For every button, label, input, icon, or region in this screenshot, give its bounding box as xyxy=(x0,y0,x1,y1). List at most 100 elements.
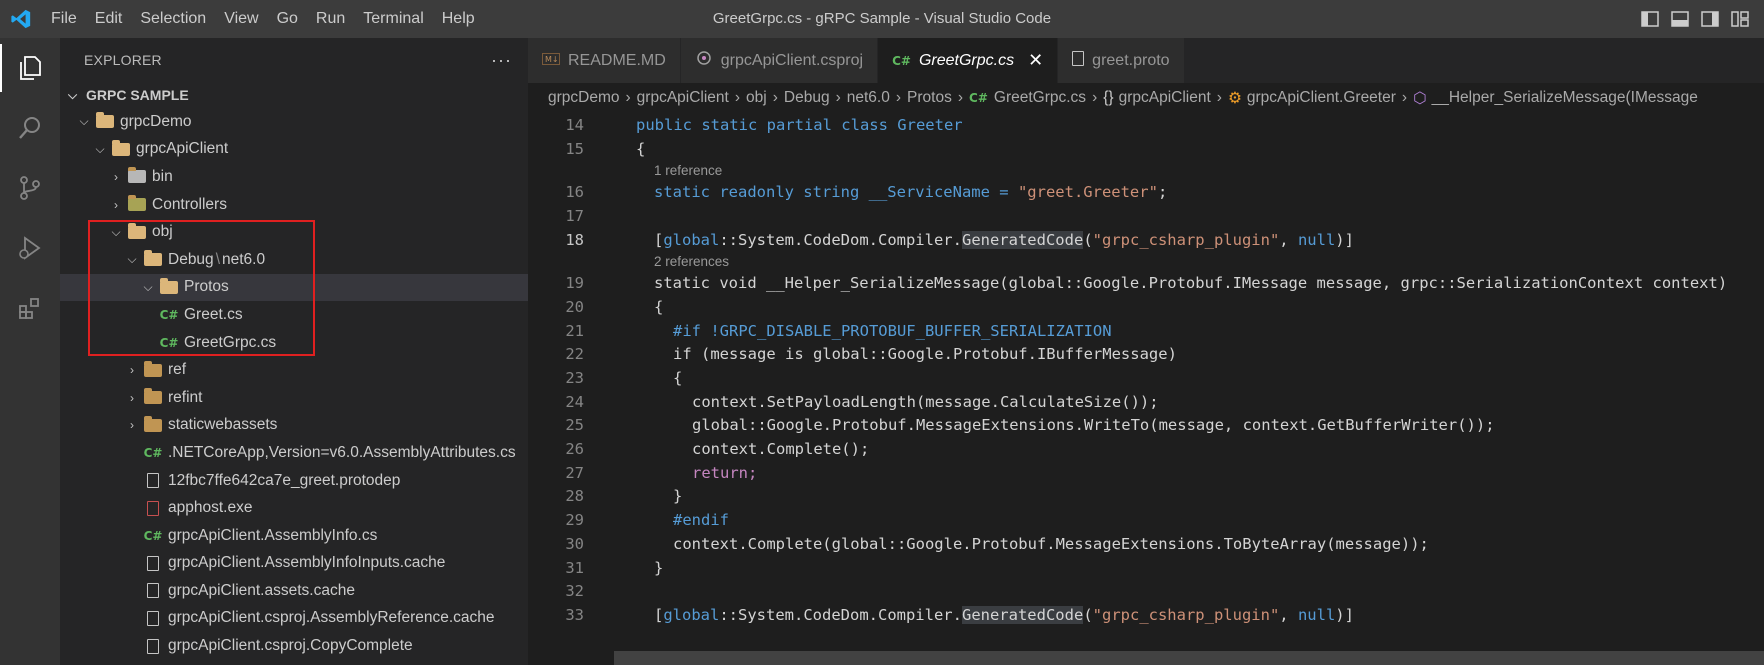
chevron-down-icon: ⌵ xyxy=(79,114,89,129)
tree-item-assemblyreference-cache[interactable]: grpcApiClient.csproj.AssemblyReference.c… xyxy=(60,605,528,633)
code-keyword: global xyxy=(663,230,720,249)
tree-item-greet-cs[interactable]: C# Greet.cs xyxy=(60,301,528,329)
csproj-file-icon xyxy=(695,50,713,71)
close-icon[interactable]: ✕ xyxy=(1028,50,1043,71)
horizontal-scrollbar[interactable] xyxy=(528,651,1764,665)
code-line: 30 context.Complete(global::Google.Protob… xyxy=(528,532,1764,556)
toggle-panel-icon[interactable] xyxy=(1670,10,1690,28)
menu-help[interactable]: Help xyxy=(433,0,484,38)
chevron-down-icon: ⌵ xyxy=(68,87,78,102)
tree-item-assemblyinfoinputs-cache[interactable]: grpcApiClient.AssemblyInfoInputs.cache xyxy=(60,550,528,578)
tab-readme[interactable]: M↓ README.MD xyxy=(528,38,681,83)
tree-item-greetgrpc-cs[interactable]: C# GreetGrpc.cs xyxy=(60,329,528,357)
menu-selection[interactable]: Selection xyxy=(131,0,215,38)
code-line: 22 if (message is global::Google.Protobuf… xyxy=(528,343,1764,367)
code-line: 33 [global::System.CodeDom.Compiler.Gener… xyxy=(528,603,1764,627)
controllers-folder-icon xyxy=(126,195,148,212)
tree-item-label: grpcApiClient.AssemblyInfo.cs xyxy=(168,526,378,544)
breadcrumb-item[interactable]: Protos xyxy=(907,89,952,107)
extensions-icon[interactable] xyxy=(0,278,60,338)
tree-item-assets-cache[interactable]: grpcApiClient.assets.cache xyxy=(60,577,528,605)
breadcrumb-item[interactable]: __Helper_SerializeMessage(IMessage xyxy=(1432,89,1698,107)
tree-item-label: grpcApiClient.AssemblyInfoInputs.cache xyxy=(168,554,446,572)
menu-go[interactable]: Go xyxy=(268,0,307,38)
scrollbar-thumb[interactable] xyxy=(614,651,1764,665)
breadcrumb-item[interactable]: grpcApiClient xyxy=(637,89,729,107)
code-editor[interactable]: 14 public static partial class Greeter 15… xyxy=(528,113,1764,627)
run-debug-icon[interactable] xyxy=(0,218,60,278)
breadcrumb-item[interactable]: net6.0 xyxy=(847,89,890,107)
tree-item-assemblyattributes-cs[interactable]: C# .NETCoreApp,Version=v6.0.AssemblyAttr… xyxy=(60,439,528,467)
tree-item-label: 12fbc7ffe642ca7e_greet.protodep xyxy=(168,471,401,489)
codelens-references[interactable]: 1 reference xyxy=(584,163,722,178)
menu-view[interactable]: View xyxy=(215,0,267,38)
code-line: 29 #endif xyxy=(528,508,1764,532)
line-number: 33 xyxy=(565,605,584,624)
code-keyword: global xyxy=(663,605,720,624)
tab-greetgrpc-cs[interactable]: C# GreetGrpc.cs ✕ xyxy=(878,38,1059,83)
more-actions-icon[interactable]: ··· xyxy=(491,50,512,71)
tree-item-protos[interactable]: ⌵ Protos xyxy=(60,273,528,302)
menu-file[interactable]: File xyxy=(42,0,86,38)
toggle-primary-sidebar-icon[interactable] xyxy=(1640,10,1660,28)
line-number: 19 xyxy=(565,274,584,293)
workspace-section-header[interactable]: ⌵ GRPC SAMPLE xyxy=(60,82,528,108)
bin-folder-icon xyxy=(126,167,148,184)
code-line: 24 context.SetPayloadLength(message.Calcu… xyxy=(528,390,1764,414)
tree-item-protodep[interactable]: 12fbc7ffe642ca7e_greet.protodep xyxy=(60,467,528,495)
line-number: 27 xyxy=(565,463,584,482)
menu-terminal[interactable]: Terminal xyxy=(354,0,432,38)
tree-item-assemblyinfo-cs[interactable]: C# grpcApiClient.AssemblyInfo.cs xyxy=(60,522,528,550)
tab-label: greet.proto xyxy=(1092,51,1170,69)
line-number: 25 xyxy=(565,416,584,435)
breadcrumb-item[interactable]: Debug xyxy=(784,89,830,107)
tree-item-grpcapiclient[interactable]: ⌵ grpcApiClient xyxy=(60,136,528,164)
tree-item-controllers[interactable]: › Controllers xyxy=(60,191,528,219)
explorer-header: EXPLORER ··· xyxy=(60,38,528,82)
chevron-right-icon: › xyxy=(957,89,964,106)
tree-item-copycomplete[interactable]: grpcApiClient.csproj.CopyComplete xyxy=(60,632,528,660)
chevron-right-icon: › xyxy=(114,197,118,212)
breadcrumb: grpcDemo › grpcApiClient › obj › Debug › net… xyxy=(528,83,1764,113)
breadcrumb-item[interactable]: obj xyxy=(746,89,767,107)
csharp-file-icon: C# xyxy=(969,91,988,105)
line-number: 29 xyxy=(565,511,584,530)
breadcrumb-item[interactable]: grpcDemo xyxy=(548,89,620,107)
toggle-secondary-sidebar-icon[interactable] xyxy=(1700,10,1720,28)
tree-item-debug-net60[interactable]: ⌵ Debug \ net6.0 xyxy=(60,246,528,274)
tree-item-label: grpcApiClient.csproj.AssemblyReference.c… xyxy=(168,609,495,627)
source-control-icon[interactable] xyxy=(0,158,60,218)
tab-csproj[interactable]: grpcApiClient.csproj xyxy=(680,38,879,83)
code-text: context.SetPayloadLength(message.Calcula… xyxy=(692,392,1159,411)
tree-item-apphost-exe[interactable]: apphost.exe xyxy=(60,494,528,522)
line-number: 22 xyxy=(565,345,584,364)
menu-edit[interactable]: Edit xyxy=(86,0,132,38)
code-string: "greet.Greeter" xyxy=(1017,183,1158,202)
menu-run[interactable]: Run xyxy=(307,0,354,38)
explorer-icon[interactable] xyxy=(0,38,60,98)
chevron-right-icon: › xyxy=(772,89,778,106)
code-text: context.Complete(); xyxy=(692,440,870,459)
tree-item-obj[interactable]: ⌵ obj xyxy=(60,218,528,246)
tab-greet-proto[interactable]: greet.proto xyxy=(1058,38,1185,83)
code-text: context.Complete(global::Google.Protobuf… xyxy=(673,534,1429,553)
tree-item-staticwebassets[interactable]: › staticwebassets xyxy=(60,412,528,440)
codelens-references[interactable]: 2 references xyxy=(584,254,729,269)
code-line: 32 xyxy=(528,579,1764,603)
tree-item-label: grpcApiClient xyxy=(136,140,229,158)
explorer-title: EXPLORER xyxy=(84,52,162,68)
customize-layout-icon[interactable] xyxy=(1730,10,1750,28)
breadcrumb-item[interactable]: grpcApiClient.Greeter xyxy=(1247,89,1396,107)
tree-item-bin[interactable]: › bin xyxy=(60,163,528,191)
tree-item-refint[interactable]: › refint xyxy=(60,384,528,412)
line-number: 26 xyxy=(565,440,584,459)
search-icon[interactable] xyxy=(0,98,60,158)
file-icon xyxy=(142,583,164,599)
class-icon: ⚙ xyxy=(1227,89,1242,107)
tree-item-grpcdemo[interactable]: ⌵ grpcDemo xyxy=(60,108,528,136)
tree-item-ref[interactable]: › ref xyxy=(60,356,528,384)
breadcrumb-item[interactable]: GreetGrpc.cs xyxy=(994,89,1086,107)
breadcrumb-item[interactable]: grpcApiClient xyxy=(1119,89,1211,107)
code-line: 16 static readonly string __ServiceName =… xyxy=(528,180,1764,204)
tree-item-label: Greet.cs xyxy=(184,305,243,323)
